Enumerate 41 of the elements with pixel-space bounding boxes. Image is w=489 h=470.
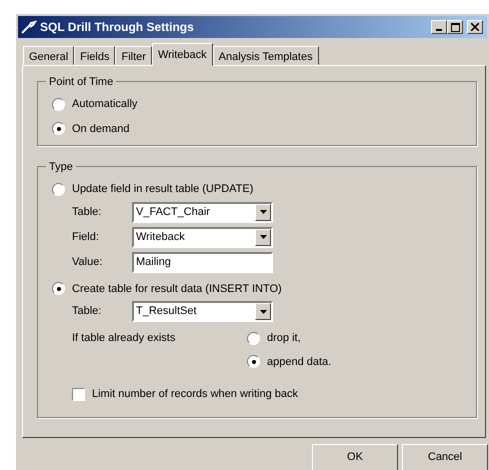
- radio-button[interactable]: [52, 98, 65, 111]
- radio-label: Create table for result data (INSERT INTO): [72, 282, 282, 296]
- close-icon: [471, 23, 479, 31]
- radio-button[interactable]: [247, 355, 260, 368]
- cancel-button[interactable]: Cancel: [402, 444, 488, 470]
- field-label: Field:: [72, 230, 100, 245]
- checkbox[interactable]: [72, 388, 85, 401]
- caret-icon: [260, 235, 266, 239]
- radio-button[interactable]: [52, 182, 65, 196]
- ok-button[interactable]: OK: [312, 444, 398, 470]
- input-field[interactable]: Mailing: [132, 252, 273, 272]
- tab[interactable]: Fields: [74, 46, 116, 65]
- radio-label: drop it,: [267, 331, 301, 346]
- radio-label: Update field in result table (UPDATE): [72, 182, 254, 197]
- minimize-button[interactable]: [431, 20, 447, 34]
- maximize-button[interactable]: [447, 20, 463, 34]
- dropdown[interactable]: T_ResultSet: [132, 301, 273, 322]
- checkbox-label: Limit number of records when writing back: [92, 387, 298, 402]
- field-label: Table:: [72, 204, 102, 220]
- field-label: Table:: [72, 304, 102, 320]
- field-label: If table already exists: [72, 331, 176, 346]
- caret-icon: [260, 310, 266, 314]
- radio-button[interactable]: [52, 282, 65, 296]
- radio-button[interactable]: [247, 332, 260, 345]
- radio-label: append data.: [267, 354, 332, 370]
- radio-button[interactable]: [52, 122, 65, 136]
- caret-icon: [260, 210, 266, 214]
- maximize-icon: [450, 22, 460, 32]
- radio-label: On demand: [72, 122, 130, 136]
- tab[interactable]: General: [23, 46, 74, 65]
- field-label: Value:: [72, 254, 104, 270]
- dropdown[interactable]: Writeback: [132, 226, 273, 248]
- window-title: SQL Drill Through Settings: [40, 19, 194, 36]
- radio-label: Automatically: [72, 97, 138, 112]
- close-button[interactable]: [467, 20, 483, 34]
- wrench-icon: [21, 20, 37, 34]
- tab[interactable]: Filter: [115, 46, 152, 65]
- tab[interactable]: Analysis Templates: [212, 46, 319, 65]
- tab[interactable]: Writeback: [152, 43, 213, 66]
- dropdown[interactable]: V_FACT_Chair: [132, 202, 273, 222]
- group-title: Type: [46, 159, 76, 176]
